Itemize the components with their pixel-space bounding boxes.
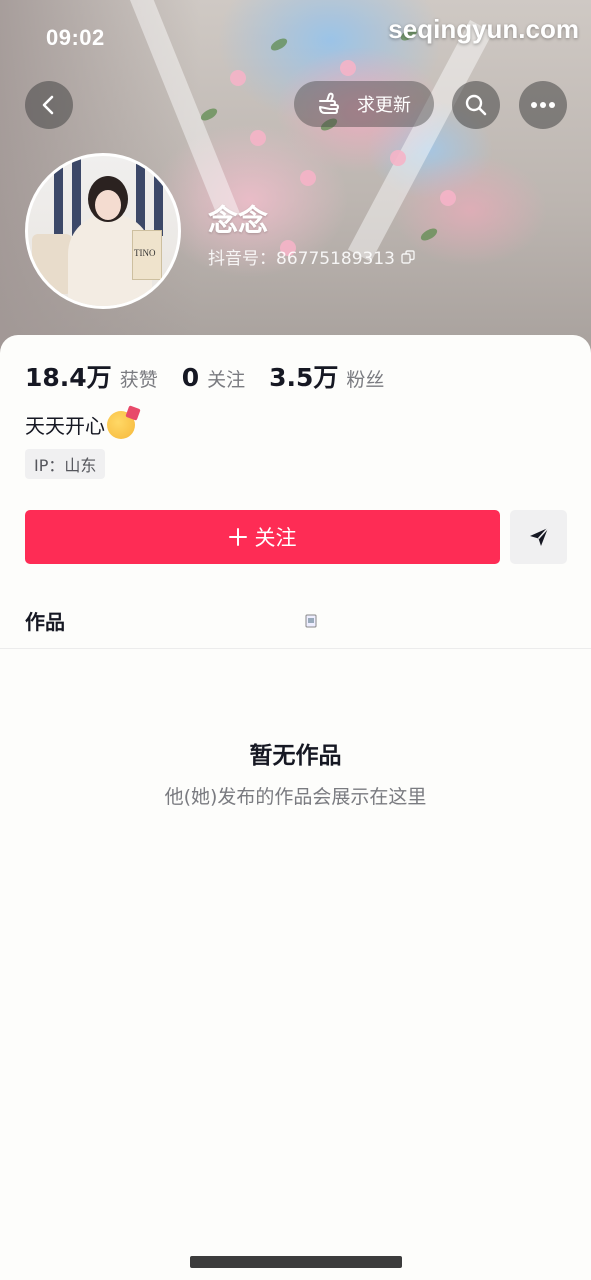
- tab-divider: [0, 648, 591, 649]
- banner-leaf: [198, 106, 220, 123]
- stat-value: 18.4万: [25, 363, 112, 392]
- pointing-hand-icon: [319, 92, 339, 114]
- follow-label: 关注: [254, 526, 297, 550]
- profile-nickname: 念念: [208, 204, 268, 239]
- paper-plane-icon: [529, 527, 549, 546]
- follow-button[interactable]: 关注: [25, 510, 500, 564]
- party-face-emoji-icon: [107, 410, 135, 439]
- stat-label: 粉丝: [346, 369, 385, 391]
- more-button[interactable]: [519, 81, 567, 129]
- banner-leaf: [268, 36, 290, 53]
- stat-label: 关注: [207, 369, 246, 391]
- banner-leaf: [418, 226, 440, 243]
- tab-private[interactable]: [300, 611, 322, 631]
- stat-label: 获赞: [119, 369, 158, 391]
- stat-following[interactable]: 0 关注: [182, 363, 245, 392]
- tab-works[interactable]: 作品: [25, 606, 65, 635]
- bottom-overlay-strip: [190, 1256, 402, 1268]
- stat-followers[interactable]: 3.5万 粉丝: [269, 358, 384, 394]
- back-button[interactable]: [25, 81, 73, 129]
- small-image-icon: [305, 614, 317, 628]
- banner-petal: [390, 150, 406, 166]
- avatar-bg-stripe: [154, 156, 163, 236]
- banner-petal: [340, 60, 356, 76]
- stat-value: 0: [181, 363, 200, 392]
- send-message-button[interactable]: [510, 510, 567, 564]
- stat-value: 3.5万: [269, 363, 339, 392]
- douyin-id-row[interactable]: 抖音号：86775189313: [208, 244, 415, 269]
- empty-state-title: 暂无作品: [249, 743, 342, 769]
- banner-petal: [250, 130, 266, 146]
- avatar-bg-stripe: [54, 156, 63, 236]
- avatar-chair: [32, 234, 72, 294]
- search-button[interactable]: [452, 81, 500, 129]
- avatar-bag-text: TINO: [134, 248, 156, 258]
- status-bar-time: 09:02: [46, 25, 105, 50]
- more-dots-icon: [531, 102, 555, 108]
- banner-beam: [347, 20, 493, 262]
- profile-bio: 天天开心: [25, 410, 135, 439]
- douyin-id: 抖音号：86775189313: [208, 249, 395, 269]
- stat-likes[interactable]: 18.4万 获赞: [25, 358, 158, 394]
- search-icon: [465, 94, 487, 116]
- banner-petal: [230, 70, 246, 86]
- profile-stats: 18.4万 获赞 0 关注 3.5万 粉丝: [25, 358, 408, 394]
- plus-icon: [228, 528, 247, 546]
- chevron-left-icon: [42, 95, 54, 115]
- empty-state-subtitle: 他(她)发布的作品会展示在这里: [164, 786, 427, 808]
- ip-location-tag: IP：山东: [25, 449, 106, 479]
- banner-petal: [300, 170, 316, 186]
- copy-icon[interactable]: [401, 249, 415, 264]
- request-update-label: 求更新: [357, 95, 411, 116]
- avatar-face: [95, 190, 121, 220]
- request-update-button[interactable]: 求更新: [294, 81, 434, 127]
- avatar[interactable]: TINO: [25, 153, 181, 309]
- bio-text: 天天开心: [25, 414, 105, 438]
- banner-petal: [440, 190, 456, 206]
- watermark: seqingyun.com: [388, 14, 579, 44]
